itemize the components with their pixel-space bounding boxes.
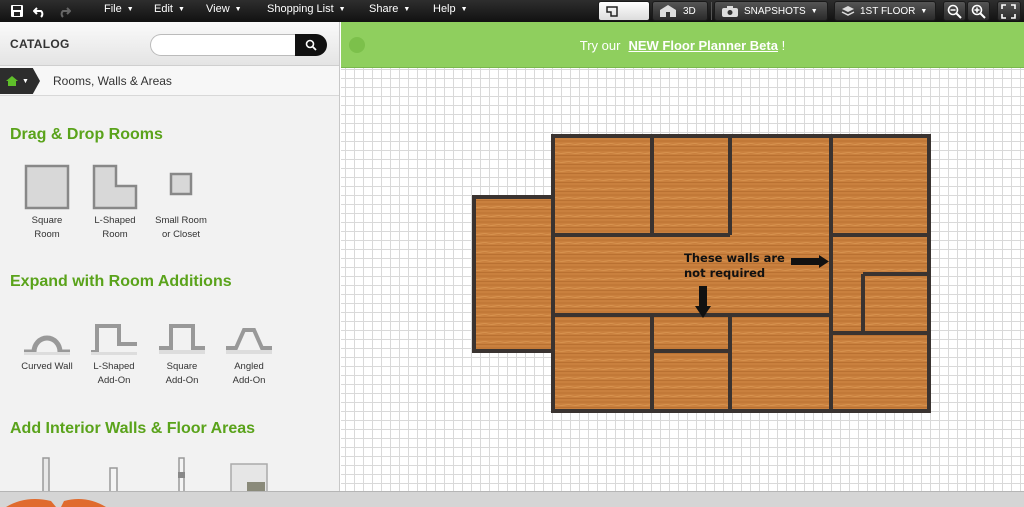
camera-icon	[722, 5, 738, 17]
catalog-title: CATALOG	[10, 37, 70, 51]
square-addon-icon	[159, 324, 205, 354]
zoom-out-button[interactable]	[943, 1, 966, 21]
undo-icon[interactable]	[31, 2, 49, 20]
fullscreen-icon	[1001, 3, 1016, 19]
menu-share[interactable]: Share ▼	[369, 3, 410, 15]
l-shaped-room-icon	[92, 164, 138, 210]
catalog-sidebar: CATALOG ▼ Rooms, Walls & Areas Drag & Dr…	[0, 22, 340, 507]
2d-view-button[interactable]	[598, 1, 650, 21]
menu-shopping-list[interactable]: Shopping List ▼	[267, 3, 346, 15]
floor-selector[interactable]: 1ST FLOOR ▼	[834, 1, 936, 21]
curved-wall-icon	[24, 335, 70, 355]
butterfly-icon	[6, 499, 106, 507]
fullscreen-button[interactable]	[997, 1, 1021, 21]
search-icon	[305, 39, 317, 51]
catalog-item-angled-addon[interactable]: Angled Add-On	[214, 304, 284, 388]
save-icon[interactable]	[8, 2, 26, 20]
interior-wall-icon	[42, 457, 50, 495]
menu-help[interactable]: Help ▼	[433, 3, 468, 15]
menu-view[interactable]: View ▼	[206, 3, 242, 15]
catalog-item-small-room[interactable]: Small Room or Closet	[146, 158, 216, 242]
3d-view-button[interactable]: 3D	[652, 1, 708, 21]
catalog-header: CATALOG	[0, 22, 339, 66]
chevron-down-icon: ▼	[22, 77, 29, 85]
layers-icon	[841, 5, 855, 16]
horizontal-scrollbar[interactable]	[0, 491, 1024, 507]
floor-plan-drawing[interactable]	[341, 22, 1024, 491]
house-3d-icon	[660, 5, 676, 17]
square-room-icon	[24, 164, 70, 210]
snapshots-button[interactable]: SNAPSHOTS ▼	[714, 1, 828, 21]
menu-edit[interactable]: Edit ▼	[154, 3, 185, 15]
catalog-item-square-room[interactable]: Square Room	[12, 158, 82, 242]
catalog-search-button[interactable]	[295, 34, 327, 56]
catalog-search-input[interactable]	[150, 34, 296, 56]
floor-plan-canvas[interactable]: Try our NEW Floor Planner Beta ! These w…	[341, 22, 1024, 491]
small-room-icon	[169, 172, 193, 196]
catalog-item-square-addon[interactable]: Square Add-On	[147, 304, 217, 388]
zoom-in-icon	[971, 4, 986, 19]
short-wall-icon	[109, 467, 118, 495]
2d-plan-icon	[606, 5, 618, 17]
top-menu-bar: File ▼ Edit ▼ View ▼ Shopping List ▼ Share ▼ …	[0, 0, 1024, 22]
toolbar-divider	[711, 2, 712, 20]
section-title-room-additions: Expand with Room Additions	[10, 273, 232, 290]
section-title-interior-walls: Add Interior Walls & Floor Areas	[10, 420, 256, 437]
breadcrumb-current: Rooms, Walls & Areas	[53, 74, 172, 88]
angled-addon-icon	[226, 328, 272, 354]
catalog-item-curved-wall[interactable]: Curved Wall	[12, 304, 82, 374]
zoom-out-icon	[947, 4, 962, 19]
breadcrumb: ▼ Rooms, Walls & Areas	[0, 66, 339, 96]
redo-icon[interactable]	[55, 2, 73, 20]
breadcrumb-home-button[interactable]: ▼	[0, 68, 40, 94]
section-title-drag-drop-rooms: Drag & Drop Rooms	[10, 126, 163, 143]
l-shaped-addon-icon	[91, 324, 137, 355]
floor-area-icon	[230, 463, 268, 495]
annotation-note: These walls are not required	[684, 251, 785, 280]
catalog-item-l-shaped-addon[interactable]: L-Shaped Add-On	[79, 304, 149, 388]
floor-planner-app: File ▼ Edit ▼ View ▼ Shopping List ▼ Share ▼ …	[0, 0, 1024, 507]
zoom-in-button[interactable]	[967, 1, 990, 21]
home-icon	[6, 76, 18, 86]
wall-segment-icon	[178, 457, 185, 495]
menu-file[interactable]: File ▼	[104, 3, 134, 15]
catalog-item-l-shaped-room[interactable]: L-Shaped Room	[80, 158, 150, 242]
